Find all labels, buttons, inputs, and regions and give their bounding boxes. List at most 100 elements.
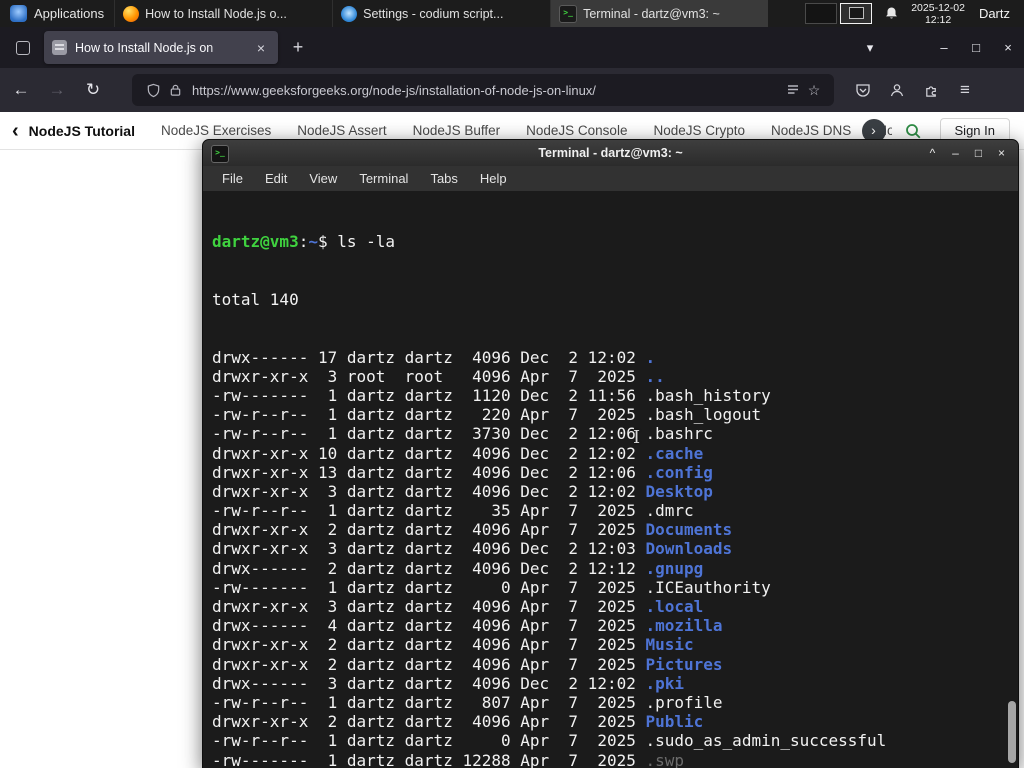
account-icon[interactable] xyxy=(884,77,910,103)
ls-row: -rw-r--r-- 1 dartz dartz 807 Apr 7 2025 … xyxy=(212,692,723,712)
pocket-icon[interactable] xyxy=(850,77,876,103)
window-minimize-button[interactable]: – xyxy=(928,33,960,63)
terminal-icon: >_ xyxy=(559,4,578,23)
toolbar-right-icons: ≡ xyxy=(850,77,978,103)
reader-mode-icon[interactable] xyxy=(782,80,804,100)
site-nav-items: NodeJS Tutorial NodeJS Exercises NodeJS … xyxy=(29,123,892,139)
workspace-1[interactable] xyxy=(805,3,838,24)
ls-row: drwxr-xr-x 3 dartz dartz 4096 Dec 2 12:0… xyxy=(212,481,713,501)
command-text: ls -la xyxy=(337,232,396,252)
clock[interactable]: 2025-12-02 12:12 xyxy=(911,2,965,26)
forward-button[interactable]: → xyxy=(42,75,72,105)
taskbar-item-firefox[interactable]: How to Install Node.js o... xyxy=(114,0,332,27)
ls-row: drwx------ 2 dartz dartz 4096 Dec 2 12:1… xyxy=(212,558,704,578)
nav-link-nodejs-dns[interactable]: NodeJS DNS xyxy=(771,123,851,138)
top-panel: Applications How to Install Node.js o...… xyxy=(0,0,1024,27)
ls-row: drwxr-xr-x 10 dartz dartz 4096 Dec 2 12:… xyxy=(212,443,704,463)
browser-nav-toolbar: ← → ↻ https://www.geeksforgeeks.org/node… xyxy=(0,68,1024,112)
applications-label: Applications xyxy=(34,6,105,21)
reload-button[interactable]: ↻ xyxy=(78,75,108,105)
clock-time: 12:12 xyxy=(924,13,952,26)
user-label: Dartz xyxy=(978,6,1010,21)
terminal-menubar: File Edit View Terminal Tabs Help xyxy=(203,166,1018,192)
ls-row: drwxr-xr-x 2 dartz dartz 4096 Apr 7 2025… xyxy=(212,654,723,674)
menu-file[interactable]: File xyxy=(211,166,254,191)
workspace-window-thumb xyxy=(849,7,865,19)
ls-row: -rw-r--r-- 1 dartz dartz 0 Apr 7 2025 .s… xyxy=(212,731,887,751)
total-line: total 140 xyxy=(212,290,299,309)
terminal-window-controls: ^ – □ × xyxy=(921,140,1013,166)
nav-link-nodejs-console[interactable]: NodeJS Console xyxy=(526,123,627,138)
extensions-icon[interactable] xyxy=(918,77,944,103)
ls-row: -rw-r--r-- 1 dartz dartz 35 Apr 7 2025 .… xyxy=(212,501,694,521)
menu-edit[interactable]: Edit xyxy=(254,166,298,191)
nav-link-nodejs-assert[interactable]: NodeJS Assert xyxy=(297,123,386,138)
terminal-minimize-button[interactable]: – xyxy=(944,140,967,166)
url-text: https://www.geeksforgeeks.org/node-js/in… xyxy=(192,82,596,98)
applications-menu[interactable]: Applications xyxy=(0,0,114,27)
new-tab-button[interactable]: + xyxy=(284,34,312,62)
desktop: Applications How to Install Node.js o...… xyxy=(0,0,1024,768)
ls-row: drwx------ 3 dartz dartz 4096 Dec 2 12:0… xyxy=(212,673,685,693)
nav-link-nodejs-tutorial[interactable]: NodeJS Tutorial xyxy=(29,123,135,139)
browser-tab[interactable]: How to Install Node.js on × xyxy=(44,31,278,64)
clock-date: 2025-12-02 xyxy=(911,1,965,14)
url-bar[interactable]: https://www.geeksforgeeks.org/node-js/in… xyxy=(132,74,834,106)
menu-tabs[interactable]: Tabs xyxy=(419,166,468,191)
ls-row: -rw-r--r-- 1 dartz dartz 220 Apr 7 2025 … xyxy=(212,405,762,425)
ls-row: drwxr-xr-x 3 root root 4096 Apr 7 2025 .… xyxy=(212,366,665,386)
terminal-close-button[interactable]: × xyxy=(990,140,1013,166)
browser-tab-bar: How to Install Node.js on × + ▾ – □ × xyxy=(0,27,1024,68)
ls-row: -rw-r--r-- 1 dartz dartz 3730 Dec 2 12:0… xyxy=(212,424,713,444)
settings-icon xyxy=(341,5,358,22)
terminal-shade-button[interactable]: ^ xyxy=(921,140,944,166)
notification-bell-icon[interactable] xyxy=(884,6,899,21)
terminal-titlebar[interactable]: >_ Terminal - dartz@vm3: ~ ^ – □ × xyxy=(203,140,1018,166)
ls-row: drwxr-xr-x 13 dartz dartz 4096 Dec 2 12:… xyxy=(212,462,713,482)
terminal-output[interactable]: dartz@vm3:~$ ls -la total 140 drwx------… xyxy=(203,191,1018,768)
taskbar-item-settings[interactable]: Settings - codium script... xyxy=(332,0,550,27)
ls-row: drwxr-xr-x 2 dartz dartz 4096 Apr 7 2025… xyxy=(212,635,694,655)
ls-row: -rw------- 1 dartz dartz 0 Apr 7 2025 .I… xyxy=(212,577,771,597)
ls-row: drwxr-xr-x 2 dartz dartz 4096 Apr 7 2025… xyxy=(212,712,704,732)
terminal-title: Terminal - dartz@vm3: ~ xyxy=(538,146,683,160)
ls-row: -rw------- 1 dartz dartz 12288 Apr 7 202… xyxy=(212,750,685,768)
ls-row: drwxr-xr-x 2 dartz dartz 4096 Apr 7 2025… xyxy=(212,520,733,540)
menu-terminal[interactable]: Terminal xyxy=(348,166,419,191)
applications-icon xyxy=(10,5,27,22)
nav-link-nodejs-exercises[interactable]: NodeJS Exercises xyxy=(161,123,271,138)
menu-help[interactable]: Help xyxy=(469,166,518,191)
page-favicon xyxy=(52,40,67,55)
nav-link-nodejs-buffer[interactable]: NodeJS Buffer xyxy=(413,123,501,138)
ls-row: -rw------- 1 dartz dartz 1120 Dec 2 11:5… xyxy=(212,385,771,405)
firefox-view-icon[interactable] xyxy=(10,35,36,61)
terminal-scrollbar-thumb[interactable] xyxy=(1008,701,1016,763)
window-close-button[interactable]: × xyxy=(992,33,1024,63)
tab-title: How to Install Node.js on xyxy=(75,40,214,55)
taskbar-item-terminal[interactable]: >_ Terminal - dartz@vm3: ~ xyxy=(550,0,769,27)
prompt-path: ~ xyxy=(308,232,318,252)
terminal-window: >_ Terminal - dartz@vm3: ~ ^ – □ × File … xyxy=(202,139,1019,768)
ls-listing: drwx------ 17 dartz dartz 4096 Dec 2 12:… xyxy=(212,348,1018,768)
ls-row: drwxr-xr-x 3 dartz dartz 4096 Apr 7 2025… xyxy=(212,597,704,617)
panel-right-area: 2025-12-02 12:12 Dartz xyxy=(805,0,1024,27)
terminal-window-icon: >_ xyxy=(211,145,229,163)
workspace-switcher[interactable] xyxy=(805,3,873,24)
back-button[interactable]: ← xyxy=(6,75,36,105)
nav-link-nodejs-crypto[interactable]: NodeJS Crypto xyxy=(653,123,745,138)
bookmark-star-icon[interactable]: ☆ xyxy=(804,82,824,99)
prompt-user-host: dartz@vm3 xyxy=(212,232,299,252)
ls-row: drwxr-xr-x 3 dartz dartz 4096 Dec 2 12:0… xyxy=(212,539,733,559)
shield-icon[interactable] xyxy=(142,80,164,100)
search-icon[interactable] xyxy=(904,122,922,140)
nav-prev-chevron-icon[interactable]: ‹ xyxy=(12,121,19,141)
tab-close-icon[interactable]: × xyxy=(252,40,270,56)
firefox-icon xyxy=(123,5,140,22)
menu-hamburger-icon[interactable]: ≡ xyxy=(952,77,978,103)
lock-icon[interactable] xyxy=(164,80,186,100)
workspace-2[interactable] xyxy=(840,3,873,24)
terminal-maximize-button[interactable]: □ xyxy=(967,140,990,166)
list-tabs-icon[interactable]: ▾ xyxy=(854,33,886,63)
menu-view[interactable]: View xyxy=(298,166,348,191)
window-maximize-button[interactable]: □ xyxy=(960,33,992,63)
